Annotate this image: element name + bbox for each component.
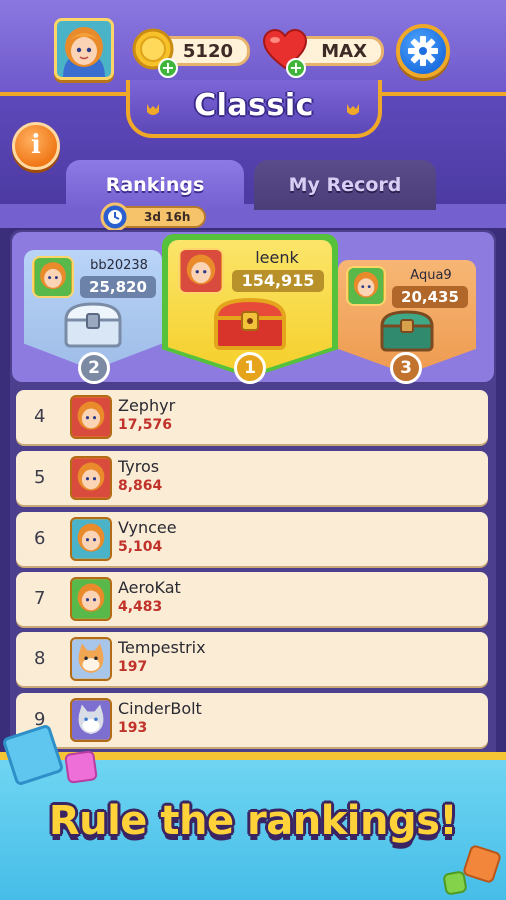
girl-avatar-icon <box>57 21 111 77</box>
third-place-rank-badge: 3 <box>390 352 422 384</box>
player-avatar[interactable] <box>54 18 114 80</box>
row-avatar <box>70 577 112 621</box>
row-rank: 8 <box>34 648 46 669</box>
row-score: 5,104 <box>118 539 163 555</box>
row-score: 197 <box>118 659 148 675</box>
girl-avatar-icon <box>72 458 110 498</box>
row-name: CinderBolt <box>118 699 202 718</box>
row-avatar <box>70 698 112 742</box>
row-score: 8,864 <box>118 478 163 494</box>
mode-title: Classic <box>194 88 314 123</box>
gear-icon <box>408 36 438 66</box>
row-rank: 4 <box>34 406 46 427</box>
tab-rankings[interactable]: Rankings <box>66 160 244 210</box>
second-place-rank-badge: 2 <box>78 352 110 384</box>
second-place-score: 25,820 <box>80 276 156 298</box>
add-coins-button[interactable]: + <box>158 58 178 78</box>
coin-amount: 5120 <box>182 40 233 62</box>
cat-avatar-icon <box>72 700 110 740</box>
silver-chest-icon <box>64 302 122 348</box>
girl-avatar-icon <box>72 397 110 437</box>
paw-icon <box>146 104 160 116</box>
ranking-row[interactable]: 5 Tyros 8,864 <box>16 451 488 505</box>
row-rank: 6 <box>34 528 46 549</box>
banner-headline: Rule the rankings! <box>48 798 458 844</box>
row-name: Vyncee <box>118 518 177 537</box>
girl-avatar-icon <box>72 579 110 619</box>
first-place-name: leenk <box>255 248 299 267</box>
tab-my-record[interactable]: My Record <box>254 160 436 210</box>
row-name: Tyros <box>118 457 160 476</box>
ranking-row[interactable]: 6 Vyncee 5,104 <box>16 512 488 566</box>
second-place-avatar[interactable] <box>32 256 74 298</box>
row-score: 17,576 <box>118 417 173 433</box>
row-avatar <box>70 456 112 500</box>
third-place-score: 20,435 <box>392 286 468 308</box>
row-rank: 5 <box>34 467 46 488</box>
row-score: 4,483 <box>118 599 163 615</box>
girl-avatar-icon <box>348 268 384 304</box>
clock-icon <box>100 202 130 232</box>
red-gold-chest-icon <box>213 297 287 350</box>
row-avatar <box>70 517 112 561</box>
row-name: AeroKat <box>118 578 181 597</box>
third-place-name: Aqua9 <box>410 268 452 283</box>
paw-icon <box>346 104 360 116</box>
add-lives-button[interactable]: + <box>286 58 306 78</box>
lives-amount: MAX <box>321 40 367 62</box>
girl-avatar-icon <box>34 258 72 296</box>
girl-avatar-icon <box>72 519 110 559</box>
third-place-avatar[interactable] <box>346 266 386 306</box>
info-button[interactable]: i <box>12 122 60 170</box>
ranking-row[interactable]: 9 CinderBolt 193 <box>16 693 488 747</box>
settings-button[interactable] <box>396 24 450 78</box>
game-screen: 5120 + MAX + Classic i Rankings My Recor… <box>0 0 506 900</box>
row-score: 193 <box>118 720 148 736</box>
cube-icon <box>64 750 98 784</box>
cube-icon <box>442 870 468 896</box>
green-chest-icon <box>380 310 434 352</box>
timer-text: 3d 16h <box>144 210 191 224</box>
row-name: Tempestrix <box>118 638 206 657</box>
row-avatar <box>70 637 112 681</box>
ranking-row[interactable]: 4 Zephyr 17,576 <box>16 390 488 444</box>
row-rank: 7 <box>34 588 46 609</box>
ranking-row[interactable]: 7 AeroKat 4,483 <box>16 572 488 626</box>
row-name: Zephyr <box>118 396 176 415</box>
girl-avatar-icon <box>180 250 222 292</box>
cat-avatar-icon <box>72 639 110 679</box>
info-icon: i <box>31 130 41 160</box>
ranking-row[interactable]: 8 Tempestrix 197 <box>16 632 488 686</box>
second-place-name: bb20238 <box>90 258 148 273</box>
first-place-avatar[interactable] <box>178 248 224 294</box>
first-place-rank-badge: 1 <box>234 352 266 384</box>
row-avatar <box>70 395 112 439</box>
first-place-score: 154,915 <box>232 270 324 292</box>
